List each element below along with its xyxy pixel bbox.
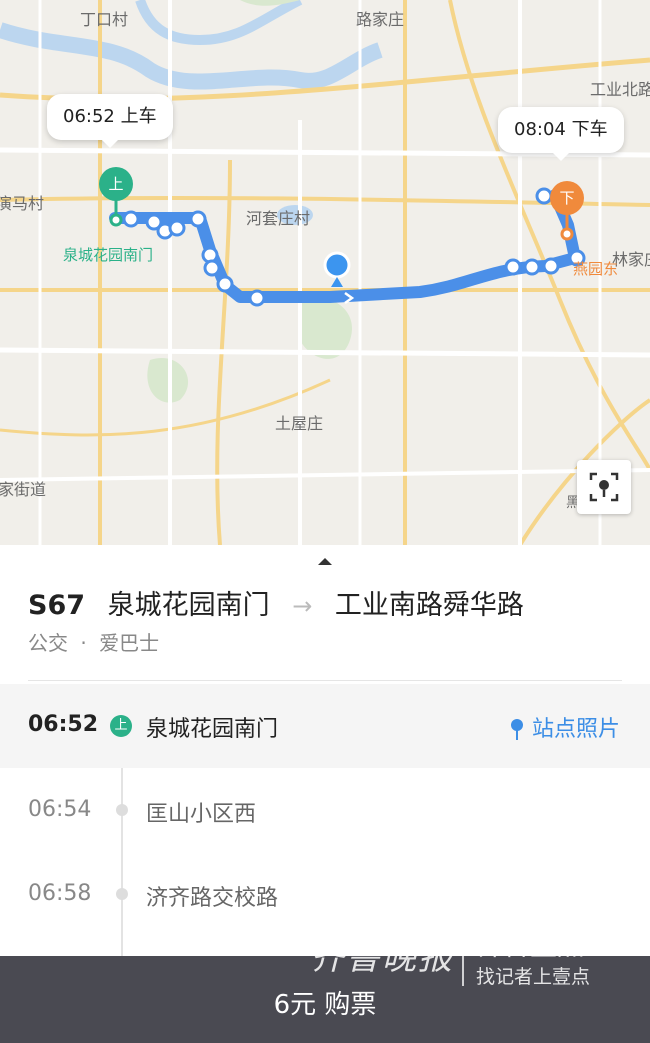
map-label-lujiazhuang: 路家庄 <box>356 10 405 29</box>
map-label-hetaozhuang: 河套庄村 <box>246 209 311 228</box>
watermark-brand: 齐鲁晚报 <box>310 938 454 978</box>
board-stop-badge: 上 <box>110 715 132 737</box>
stop-row-boarding[interactable]: 06:52 上 泉城花园南门 站点照片 <box>0 684 650 768</box>
stop-name: 匡山小区西 <box>146 802 257 827</box>
board-time-callout: 06:52 上车 <box>47 94 173 148</box>
watermark-app: 齐鲁壹点 <box>476 931 584 962</box>
map-label-dingkou: 丁口村 <box>80 10 129 29</box>
map-label-board-stop: 泉城花园南门 <box>63 246 154 264</box>
route-map[interactable]: 丁口村 路家庄 工业北路 演马村 河套庄村 泉城花园南门 林家庄 燕园东 土屋庄… <box>0 0 650 545</box>
route-title: S67 泉城花园南门 → 工业南路舜华路 <box>28 583 524 622</box>
route-operator: 爱巴士 <box>99 631 160 655</box>
stop-dot <box>116 888 128 900</box>
stop-time: 06:54 <box>28 797 92 822</box>
board-pin[interactable]: 上 <box>99 167 133 201</box>
route-subtitle: 公交 · 爱巴士 <box>28 627 159 656</box>
alight-time-callout: 08:04 下车 <box>498 107 624 161</box>
panel-expand-handle[interactable] <box>318 558 332 565</box>
map-label-yanyuan: 燕园东 <box>573 260 619 278</box>
map-label-gongye-north: 工业北路 <box>590 80 650 99</box>
map-label-tuwuzhuang: 土屋庄 <box>275 414 324 433</box>
watermark: 齐鲁晚报 齐鲁壹点 找记者上壹点 <box>310 920 600 990</box>
route-type: 公交 <box>28 631 68 655</box>
stop-row[interactable]: 06:54 匡山小区西 <box>0 769 650 853</box>
stop-time: 06:58 <box>28 881 92 906</box>
stop-name: 济齐路交校路 <box>146 886 279 911</box>
alight-pin[interactable]: 下 <box>550 181 584 215</box>
stop-photo-label: 站点照片 <box>531 717 620 742</box>
divider <box>28 680 622 681</box>
map-label-jiedao: 家街道 <box>0 480 47 499</box>
watermark-slogan: 找记者上壹点 <box>476 966 591 988</box>
locate-icon <box>589 472 619 502</box>
stop-photo-link[interactable]: 站点照片 <box>510 711 620 743</box>
route-from: 泉城花园南门 <box>107 590 270 621</box>
map-canvas <box>0 0 650 545</box>
route-code: S67 <box>28 590 86 621</box>
map-pin-icon <box>510 719 523 740</box>
map-label-yanmacun: 演马村 <box>0 194 45 213</box>
watermark-divider <box>462 926 464 986</box>
route-to: 工业南路舜华路 <box>334 590 524 621</box>
stop-dot <box>116 804 128 816</box>
route-sub-separator: · <box>80 631 87 655</box>
locate-button[interactable] <box>577 460 631 514</box>
stop-name: 泉城花园南门 <box>146 717 279 742</box>
route-arrow-icon: → <box>292 592 313 620</box>
stop-time: 06:52 <box>28 712 99 737</box>
